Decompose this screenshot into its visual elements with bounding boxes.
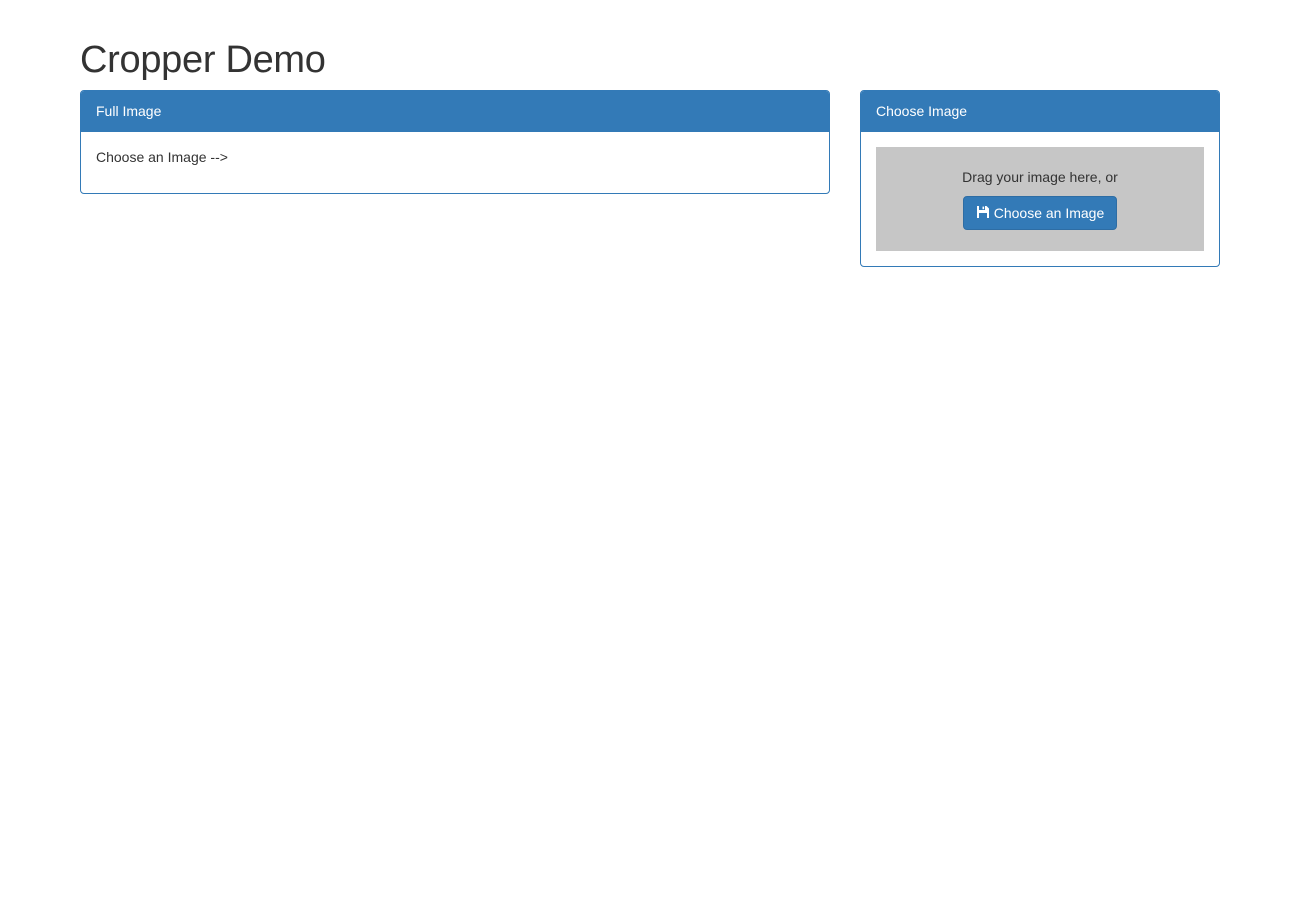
full-image-panel-heading: Full Image <box>81 91 829 132</box>
dropzone-text: Drag your image here, or <box>962 169 1118 185</box>
full-image-placeholder-text: Choose an Image --> <box>96 149 228 165</box>
choose-image-panel-body: Drag your image here, or Choose an Image <box>861 132 1219 266</box>
choose-image-button-label: Choose an Image <box>993 205 1105 221</box>
choose-image-panel: Choose Image Drag your image here, or Ch… <box>860 90 1220 267</box>
page-title: Cropper Demo <box>80 39 326 81</box>
image-dropzone[interactable]: Drag your image here, or Choose an Image <box>876 147 1204 251</box>
full-image-panel: Full Image Choose an Image --> <box>80 90 830 194</box>
floppy-disk-icon <box>976 205 990 219</box>
choose-image-button[interactable]: Choose an Image <box>962 196 1118 230</box>
full-image-panel-body: Choose an Image --> <box>81 132 829 181</box>
choose-image-panel-heading: Choose Image <box>861 91 1219 132</box>
